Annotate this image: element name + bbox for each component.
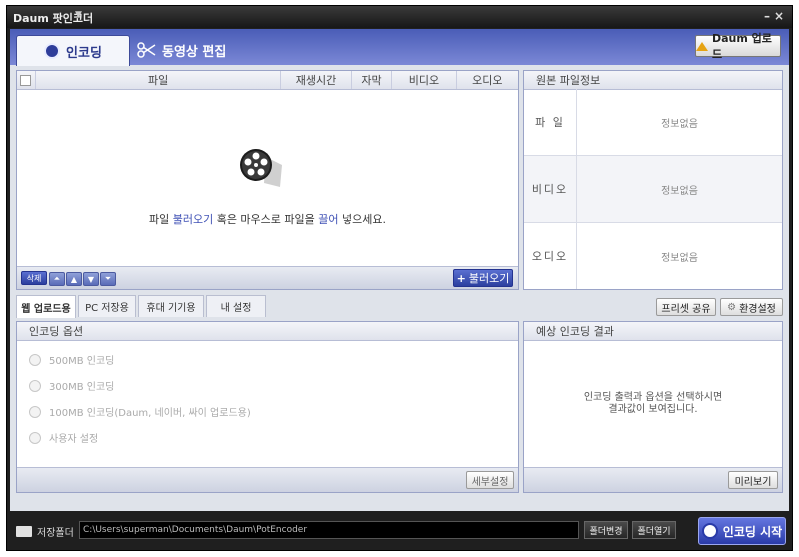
load-button[interactable]: + 불러오기 [453,269,513,287]
radio-300mb[interactable] [29,379,41,392]
empty-drop-message: 파일 불러오기 혹은 마우스로 파일을 끌어 넣으세요. [17,211,518,227]
preset-share-button[interactable]: 프리셋 공유 [656,298,716,316]
start-encoding-button[interactable]: 인코딩 시작 [698,517,786,545]
file-list-header: 파일 재생시간 자막 비디오 오디오 [17,71,518,90]
radio-100mb[interactable] [29,405,41,418]
col-video[interactable]: 비디오 [392,71,457,89]
settings-button-label: 환경설정 [739,303,776,315]
tab-encoding[interactable]: 인코딩 [16,35,130,66]
info-label-video: 비디오 [524,156,577,222]
select-all-checkbox[interactable] [20,74,32,86]
encoding-options-panel: 인코딩 옵션 500MB 인코딩 300MB 인코딩 100MB 인코딩(Dau… [16,321,519,493]
info-value-file: 정보없음 [661,118,698,130]
file-list-panel: 파일 재생시간 자막 비디오 오디오 파일 불러오기 혹은 마우스로 파일을 끌… [16,70,519,290]
radio-500mb[interactable] [29,353,41,366]
info-value-video: 정보없음 [661,185,698,197]
option-500mb[interactable]: 500MB 인코딩 [29,352,114,367]
result-message-line2: 결과값이 보여집니다. [608,404,698,415]
minimize-icon[interactable]: – [764,9,770,23]
start-encoding-icon [701,523,718,539]
save-folder-label: 저장폴더 [37,528,74,539]
preview-button[interactable]: 미리보기 [728,471,778,489]
option-100mb[interactable]: 100MB 인코딩(Daum, 네이버, 싸이 업로드용) [29,404,251,419]
info-label-file: 파 일 [524,89,577,155]
result-message: 인코딩 출력과 옵션을 선택하시면 결과값이 보여집니다. [524,392,782,416]
empty-msg-middle: 혹은 마우스로 파일을 [213,213,319,226]
empty-msg-suffix: 넣으세요. [338,213,387,226]
encoding-icon [44,43,61,59]
info-value-audio: 정보없음 [661,252,698,264]
close-icon[interactable]: × [774,9,784,23]
folder-icon [16,526,32,537]
footer-bar: 저장폴더 C:\Users\superman\Documents\Daum\Po… [10,513,789,549]
detail-settings-button[interactable]: 세부설정 [466,471,514,489]
film-reel-icon [240,149,282,187]
radio-custom[interactable] [29,431,41,444]
tab-web-upload[interactable]: 웹 업로드용 [16,295,76,318]
result-message-line1: 인코딩 출력과 옵션을 선택하시면 [583,392,723,403]
plus-icon: + [456,271,466,285]
gear-icon: ⚙ [727,301,737,313]
main-area: 인코딩 동영상 편집 Daum 업로드 파일 재생시간 자막 비디오 오디오 파… [10,29,789,511]
drag-link: 끌어 [318,213,339,226]
file-list-toolbar: 삭제 ⏶ ▲ ▼ ⏷ + 불러오기 [17,266,518,289]
move-down-icon[interactable]: ▼ [83,272,99,286]
app-window: Daum 팟인코더 ▼ – × 인코딩 동영상 편집 Daum 업로드 파일 재… [6,5,793,551]
move-top-icon[interactable]: ⏶ [49,272,65,286]
col-duration[interactable]: 재생시간 [281,71,352,89]
main-tabs: 인코딩 동영상 편집 Daum 업로드 [10,29,789,66]
daum-upload-button[interactable]: Daum 업로드 [695,32,781,61]
col-file[interactable]: 파일 [36,71,282,89]
source-info-title: 원본 파일정보 [524,71,782,90]
option-custom[interactable]: 사용자 설정 [29,430,98,445]
result-panel: 예상 인코딩 결과 인코딩 출력과 옵션을 선택하시면 결과값이 보여집니다. … [523,321,783,493]
info-label-audio: 오디오 [524,223,577,289]
col-audio[interactable]: 오디오 [457,71,518,89]
col-subtitle[interactable]: 자막 [352,71,393,89]
load-button-label: 불러오기 [468,272,510,285]
encoding-options-title: 인코딩 옵션 [17,322,518,341]
tab-my-settings[interactable]: 내 설정 [206,295,266,317]
tab-video-edit[interactable]: 동영상 편집 [136,35,226,65]
title-bar: Daum 팟인코더 ▼ – × [7,6,792,28]
upload-arrow-icon [696,41,708,51]
start-encoding-label: 인코딩 시작 [722,524,783,539]
result-footer: 미리보기 [524,467,782,492]
source-info-panel: 원본 파일정보 파 일 정보없음 비디오 정보없음 오디오 정보없음 [523,70,783,290]
delete-button[interactable]: 삭제 [21,271,47,285]
tab-pc-save[interactable]: PC 저장용 [78,295,136,317]
option-100mb-label: 100MB 인코딩(Daum, 네이버, 싸이 업로드용) [49,408,251,419]
move-bottom-icon[interactable]: ⏷ [100,272,116,286]
encoding-options-footer: 세부설정 [17,467,518,492]
info-row-video: 비디오 정보없음 [524,156,782,223]
result-title: 예상 인코딩 결과 [524,322,782,341]
tab-encoding-label: 인코딩 [66,45,102,61]
load-link[interactable]: 불러오기 [173,213,213,226]
empty-msg-prefix: 파일 [148,213,173,226]
scissors-icon [137,42,156,58]
option-custom-label: 사용자 설정 [49,434,99,445]
open-folder-button[interactable]: 폴더열기 [632,521,676,539]
option-300mb-label: 300MB 인코딩 [49,382,115,393]
tab-mobile[interactable]: 휴대 기기용 [138,295,204,317]
move-up-icon[interactable]: ▲ [66,272,82,286]
save-path-field[interactable]: C:\Users\superman\Documents\Daum\PotEnco… [79,521,579,539]
change-folder-button[interactable]: 폴더변경 [584,521,628,539]
option-500mb-label: 500MB 인코딩 [49,356,115,367]
option-300mb[interactable]: 300MB 인코딩 [29,378,114,393]
settings-button[interactable]: ⚙ 환경설정 [720,298,783,316]
info-row-audio: 오디오 정보없음 [524,223,782,289]
daum-upload-label: Daum 업로드 [712,32,772,61]
select-all-checkbox-cell [17,71,36,89]
info-row-file: 파 일 정보없음 [524,89,782,156]
preset-tabs: 웹 업로드용 PC 저장용 휴대 기기용 내 설정 [16,294,519,318]
tab-video-edit-label: 동영상 편집 [162,44,227,60]
title-menu-icon[interactable]: ▼ [75,10,82,20]
